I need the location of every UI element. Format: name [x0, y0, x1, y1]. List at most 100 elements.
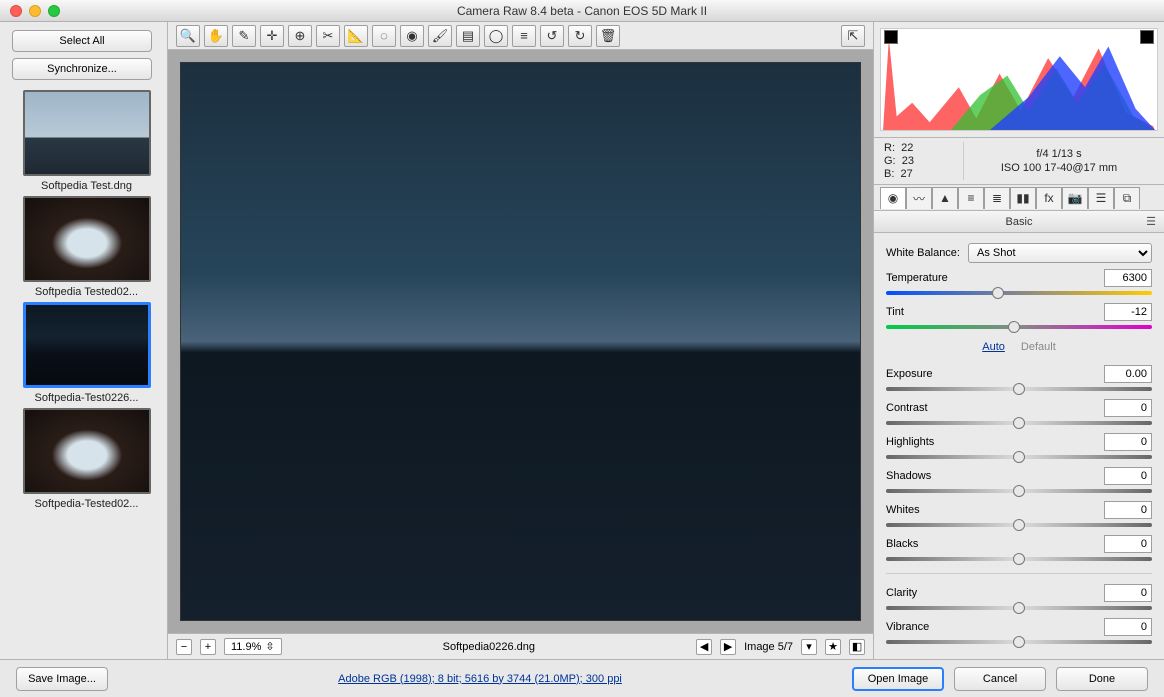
red-eye-tool-icon[interactable]: ◉: [400, 25, 424, 47]
filmstrip[interactable]: Softpedia Test.dng Softpedia Tested02...…: [12, 90, 161, 655]
thumb-image[interactable]: [23, 90, 151, 176]
tab-hsl-icon[interactable]: ≡: [958, 187, 984, 209]
whites-slider[interactable]: [886, 521, 1152, 529]
preferences-tool-icon[interactable]: ≡: [512, 25, 536, 47]
highlights-slider[interactable]: [886, 453, 1152, 461]
done-button[interactable]: Done: [1056, 667, 1148, 691]
vibrance-value[interactable]: 0: [1104, 618, 1152, 636]
adjust-panel: R: 22 G: 23 B: 27 f/4 1/13 s ISO 100 17-…: [874, 22, 1164, 659]
brush-tool-icon[interactable]: 🖌: [428, 25, 452, 47]
tab-split-icon[interactable]: ≣: [984, 187, 1010, 209]
thumb-label: Softpedia Test.dng: [17, 180, 157, 192]
hand-tool-icon[interactable]: ✋: [204, 25, 228, 47]
minimize-window-button[interactable]: [29, 5, 41, 17]
tab-presets-icon[interactable]: ☰: [1088, 187, 1114, 209]
whites-label: Whites: [886, 504, 920, 516]
save-image-button[interactable]: Save Image...: [16, 667, 108, 691]
blacks-label: Blacks: [886, 538, 918, 550]
separator: [886, 573, 1152, 574]
rating-icon[interactable]: ★: [825, 639, 841, 655]
auto-link[interactable]: Auto: [982, 341, 1005, 353]
shadows-slider[interactable]: [886, 487, 1152, 495]
toggle-fullscreen-icon[interactable]: ⇱: [841, 25, 865, 47]
contrast-value[interactable]: 0: [1104, 399, 1152, 417]
tab-lens-icon[interactable]: ▮▮: [1010, 187, 1036, 209]
zoom-in-icon[interactable]: +: [200, 639, 216, 655]
thumb-label: Softpedia Tested02...: [17, 286, 157, 298]
clarity-value[interactable]: 0: [1104, 584, 1152, 602]
zoom-tool-icon[interactable]: 🔍: [176, 25, 200, 47]
preview-image[interactable]: [180, 62, 861, 621]
zoom-value: 11.9%: [231, 641, 261, 653]
targeted-adjust-tool-icon[interactable]: ⊕: [288, 25, 312, 47]
zoom-level[interactable]: 11.9% ⇳: [224, 638, 282, 655]
thumb[interactable]: Softpedia Tested02...: [12, 196, 161, 298]
shadows-value[interactable]: 0: [1104, 467, 1152, 485]
exposure-slider[interactable]: [886, 385, 1152, 393]
select-all-button[interactable]: Select All: [12, 30, 152, 52]
color-sampler-tool-icon[interactable]: ✛: [260, 25, 284, 47]
thumb-image[interactable]: [23, 408, 151, 494]
tab-snapshots-icon[interactable]: ⧉: [1114, 187, 1140, 209]
shadow-clip-warning-icon[interactable]: [884, 30, 898, 44]
cancel-button[interactable]: Cancel: [954, 667, 1046, 691]
synchronize-button[interactable]: Synchronize...: [12, 58, 152, 80]
white-balance-tool-icon[interactable]: ✎: [232, 25, 256, 47]
rotate-ccw-tool-icon[interactable]: ↺: [540, 25, 564, 47]
maximize-window-button[interactable]: [48, 5, 60, 17]
label-icon[interactable]: ◧: [849, 639, 865, 655]
temperature-value[interactable]: 6300: [1104, 269, 1152, 287]
thumb[interactable]: Softpedia-Tested02...: [12, 408, 161, 510]
crop-tool-icon[interactable]: ✂: [316, 25, 340, 47]
clarity-label: Clarity: [886, 587, 917, 599]
contrast-label: Contrast: [886, 402, 928, 414]
tint-slider[interactable]: [886, 323, 1152, 331]
tool-toolbar: 🔍 ✋ ✎ ✛ ⊕ ✂ 📐 ◌ ◉ 🖌 ▤ ◯ ≡ ↺ ↻ 🗑 ⇱: [168, 22, 873, 50]
highlight-clip-warning-icon[interactable]: [1140, 30, 1154, 44]
zoom-out-icon[interactable]: −: [176, 639, 192, 655]
highlights-value[interactable]: 0: [1104, 433, 1152, 451]
thumb-label: Softpedia-Tested02...: [17, 498, 157, 510]
tab-basic-icon[interactable]: ◉: [880, 187, 906, 209]
thumb-image[interactable]: [23, 302, 151, 388]
workflow-options-link[interactable]: Adobe RGB (1998); 8 bit; 5616 by 3744 (2…: [338, 673, 622, 685]
tab-fx-icon[interactable]: fx: [1036, 187, 1062, 209]
rotate-cw-tool-icon[interactable]: ↻: [568, 25, 592, 47]
default-link[interactable]: Default: [1021, 341, 1056, 353]
tab-camera-icon[interactable]: 📷: [1062, 187, 1088, 209]
next-image-icon[interactable]: ▶: [720, 639, 736, 655]
straighten-tool-icon[interactable]: 📐: [344, 25, 368, 47]
graduated-filter-tool-icon[interactable]: ▤: [456, 25, 480, 47]
info-readout: R: 22 G: 23 B: 27 f/4 1/13 s ISO 100 17-…: [874, 138, 1164, 185]
filmstrip-panel: Select All Synchronize... Softpedia Test…: [0, 22, 168, 659]
exposure-value[interactable]: 0.00: [1104, 365, 1152, 383]
readout-g: G: 23: [884, 155, 963, 167]
tab-detail-icon[interactable]: ▲: [932, 187, 958, 209]
blacks-slider[interactable]: [886, 555, 1152, 563]
spot-removal-tool-icon[interactable]: ◌: [372, 25, 396, 47]
clarity-slider[interactable]: [886, 604, 1152, 612]
temperature-slider[interactable]: [886, 289, 1152, 297]
thumb-image[interactable]: [23, 196, 151, 282]
panel-menu-icon[interactable]: ☰: [1146, 215, 1156, 228]
readout-r: R: 22: [884, 142, 963, 154]
contrast-slider[interactable]: [886, 419, 1152, 427]
white-balance-select[interactable]: As Shot: [968, 243, 1152, 263]
vibrance-slider[interactable]: [886, 638, 1152, 646]
prev-image-icon[interactable]: ◀: [696, 639, 712, 655]
thumb[interactable]: Softpedia Test.dng: [12, 90, 161, 192]
whites-value[interactable]: 0: [1104, 501, 1152, 519]
chevron-updown-icon[interactable]: ⇳: [265, 640, 274, 653]
blacks-value[interactable]: 0: [1104, 535, 1152, 553]
tint-value[interactable]: -12: [1104, 303, 1152, 321]
status-bar: − + 11.9% ⇳ Softpedia0226.dng ◀ ▶ Image …: [168, 633, 873, 659]
exif-line1: f/4 1/13 s: [1036, 148, 1081, 160]
open-image-button[interactable]: Open Image: [852, 667, 944, 691]
filter-icon[interactable]: ▾: [801, 639, 817, 655]
tab-curve-icon[interactable]: 〰: [906, 187, 932, 209]
close-window-button[interactable]: [10, 5, 22, 17]
delete-tool-icon[interactable]: 🗑: [596, 25, 620, 47]
thumb[interactable]: Softpedia-Test0226...: [12, 302, 161, 404]
titlebar: Camera Raw 8.4 beta - Canon EOS 5D Mark …: [0, 0, 1164, 22]
radial-filter-tool-icon[interactable]: ◯: [484, 25, 508, 47]
